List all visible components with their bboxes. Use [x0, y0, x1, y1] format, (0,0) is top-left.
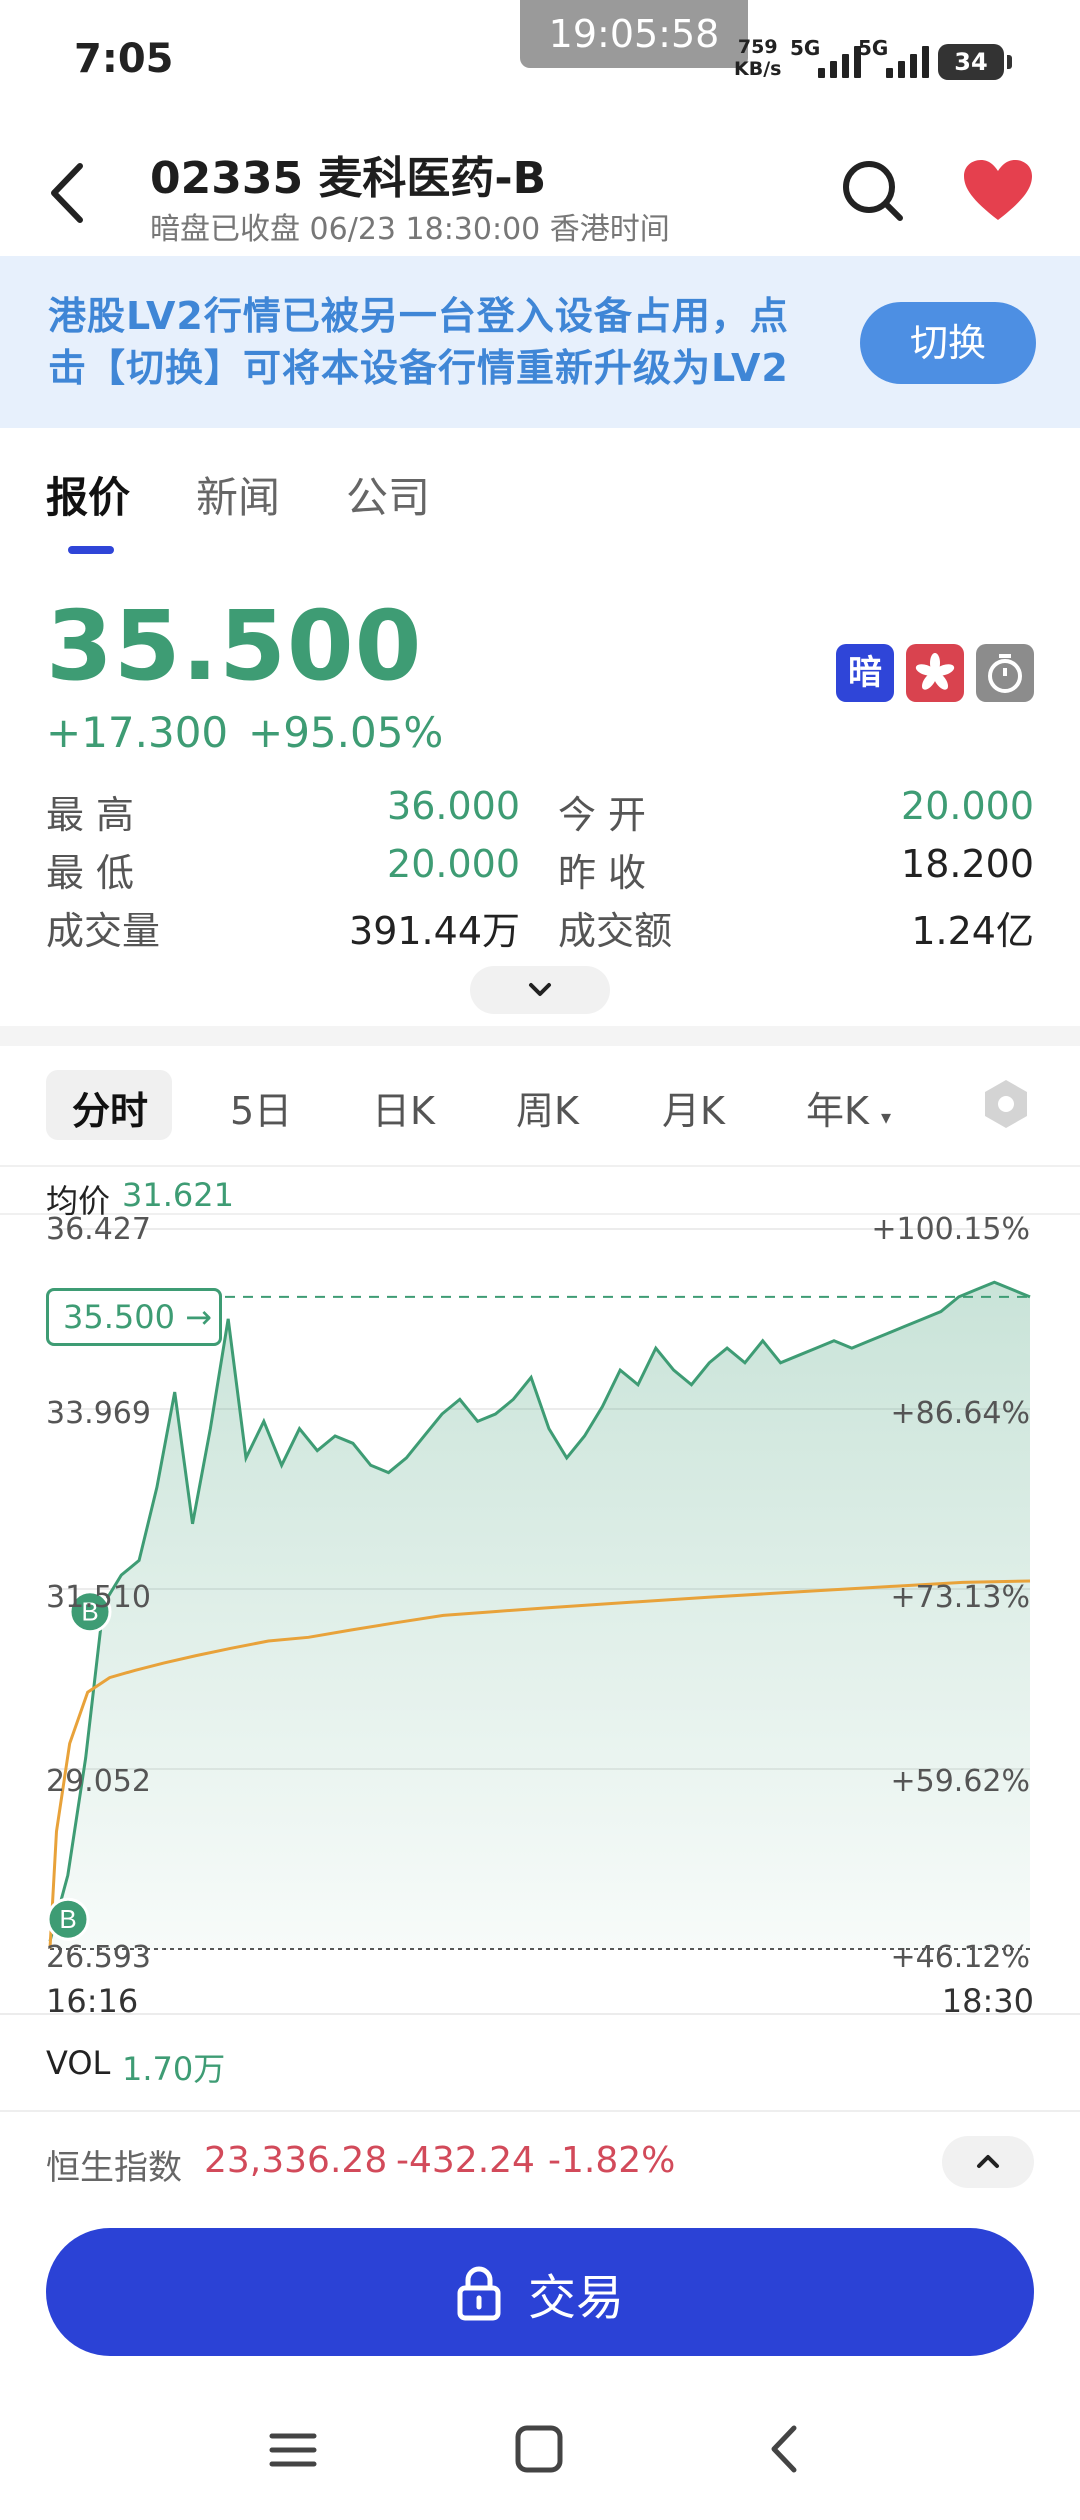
current-price-tag[interactable]: 35.500 → — [46, 1288, 222, 1346]
last-price: 35.500 — [46, 590, 423, 702]
x-axis-end: 18:30 — [941, 1982, 1034, 2020]
signal-label-2: 5G — [858, 36, 889, 60]
lv2-banner: 港股LV2行情已被另一台登入设备占用，点击【切换】可将本设备行情重新升级为LV2… — [0, 256, 1080, 428]
avg-price-value: 31.621 — [122, 1176, 234, 1214]
label-volume: 成交量 — [46, 909, 161, 953]
x-axis-start: 16:16 — [46, 1982, 139, 2020]
dark-pool-icon[interactable]: 暗 — [836, 644, 894, 702]
chart-tab-yearly-label: 年K — [806, 1089, 869, 1133]
status-bar: 7:05 19:05:58 759 KB/s 5G 5G 34 — [0, 0, 1080, 120]
label-high: 最高 — [46, 793, 147, 837]
chart-settings-button[interactable] — [978, 1076, 1034, 1132]
network-speed: 759 KB/s — [734, 36, 781, 80]
label-open: 今开 — [558, 793, 659, 837]
chart-period-tabs: 分时 5日 日K 周K 月K 年K ▾ — [0, 1046, 1080, 1164]
price-change: +17.300 — [46, 708, 229, 757]
y-axis-right-tick: +100.15% — [871, 1212, 1030, 1247]
index-change-pct: -1.82% — [548, 2140, 676, 2181]
menu-button[interactable] — [258, 2414, 328, 2484]
section-divider — [0, 1026, 1080, 1046]
heart-icon — [964, 160, 1032, 220]
label-low: 最低 — [46, 851, 147, 895]
home-icon — [515, 2425, 563, 2473]
value-turnover: 1.24亿 — [911, 909, 1034, 953]
index-ticker-bar[interactable]: 恒生指数 23,336.28 -432.24 -1.82% — [0, 2110, 1080, 2216]
chart-tab-yearly[interactable]: 年K ▾ — [806, 1080, 891, 1135]
caret-down-icon: ▾ — [881, 1105, 892, 1129]
system-nav-bar — [0, 2390, 1080, 2520]
favorite-button[interactable] — [962, 158, 1034, 224]
chart-tab-monthly[interactable]: 月K — [662, 1080, 725, 1135]
y-axis-left-tick: 26.593 — [46, 1940, 151, 1975]
tab-news[interactable]: 新闻 — [196, 464, 280, 525]
price-change-pct: +95.05% — [248, 708, 444, 757]
buy-marker[interactable]: B — [46, 1897, 90, 1941]
status-time: 7:05 — [74, 36, 174, 82]
status-clock-overlay: 19:05:58 — [520, 0, 748, 68]
tab-quote[interactable]: 报价 — [46, 464, 130, 525]
chart-tab-5day[interactable]: 5日 — [230, 1080, 292, 1135]
y-axis-left-tick: 29.052 — [46, 1764, 151, 1799]
y-axis-right-tick: +59.62% — [890, 1764, 1030, 1799]
timer-icon[interactable] — [976, 644, 1034, 702]
label-prev-close: 昨收 — [558, 851, 659, 895]
settings-icon — [985, 1080, 1027, 1128]
chevron-up-icon — [977, 2155, 999, 2168]
chart-tab-daily[interactable]: 日K — [372, 1080, 435, 1135]
index-change: -432.24 — [396, 2140, 535, 2181]
price-area-fill — [50, 1282, 1030, 1949]
value-prev-close: 18.200 — [901, 842, 1034, 886]
stock-title: 02335 麦科医药-B — [150, 153, 547, 204]
value-low: 20.000 — [387, 842, 520, 886]
lv2-banner-text: 港股LV2行情已被另一台登入设备占用，点击【切换】可将本设备行情重新升级为LV2 — [48, 294, 789, 390]
y-axis-left-tick: 31.510 — [46, 1580, 151, 1615]
stock-header: 02335 麦科医药-B 暗盘已收盘 06/23 18:30:00 香港时间 — [0, 120, 1080, 256]
y-axis-left-tick: 33.969 — [46, 1396, 151, 1431]
signal-bars-1-icon — [818, 44, 861, 78]
trade-label: 交易 — [528, 2270, 625, 2326]
signal-bars-2-icon — [886, 44, 929, 78]
y-axis-right-tick: +73.13% — [890, 1580, 1030, 1615]
trade-button[interactable]: 交易 — [46, 2228, 1034, 2356]
y-axis-left-tick: 36.427 — [46, 1212, 151, 1247]
network-speed-unit: KB/s — [734, 58, 782, 80]
home-button[interactable] — [504, 2414, 574, 2484]
search-button[interactable] — [838, 156, 908, 226]
label-turnover: 成交额 — [558, 909, 673, 953]
nav-back-icon — [771, 2425, 797, 2473]
y-axis-right-tick: +86.64% — [890, 1396, 1030, 1431]
value-high: 36.000 — [387, 784, 520, 828]
index-name: 恒生指数 — [46, 2148, 182, 2188]
chart-tab-weekly[interactable]: 周K — [516, 1080, 579, 1135]
chevron-down-icon — [529, 983, 551, 996]
tab-indicator — [68, 546, 114, 554]
network-speed-value: 759 — [737, 36, 778, 58]
battery-icon: 34 — [938, 44, 1012, 80]
chart-tab-intraday[interactable]: 分时 — [72, 1080, 148, 1135]
volume-value: 1.70万 — [122, 2050, 226, 2088]
volume-label: VOL — [46, 2044, 111, 2082]
signal-label-1: 5G — [790, 36, 821, 60]
expand-quote-button[interactable] — [470, 966, 610, 1014]
value-volume: 391.44万 — [349, 909, 520, 953]
index-value: 23,336.28 — [204, 2140, 388, 2181]
value-open: 20.000 — [901, 784, 1034, 828]
switch-button[interactable]: 切换 — [860, 302, 1036, 384]
hk-flag-icon[interactable] — [906, 644, 964, 702]
back-button[interactable] — [44, 158, 94, 228]
nav-back-button[interactable] — [750, 2414, 820, 2484]
back-icon — [51, 163, 83, 223]
menu-icon — [269, 2433, 317, 2467]
search-icon — [843, 161, 903, 221]
market-status: 暗盘已收盘 06/23 18:30:00 香港时间 — [150, 212, 670, 247]
lock-icon — [457, 2266, 501, 2321]
tab-company[interactable]: 公司 — [346, 464, 430, 525]
expand-index-button[interactable] — [942, 2136, 1034, 2188]
buy-marker-label: B — [59, 1904, 76, 1934]
detail-tabs: 报价 新闻 公司 — [0, 428, 1080, 558]
y-axis-right-tick: +46.12% — [890, 1940, 1030, 1975]
